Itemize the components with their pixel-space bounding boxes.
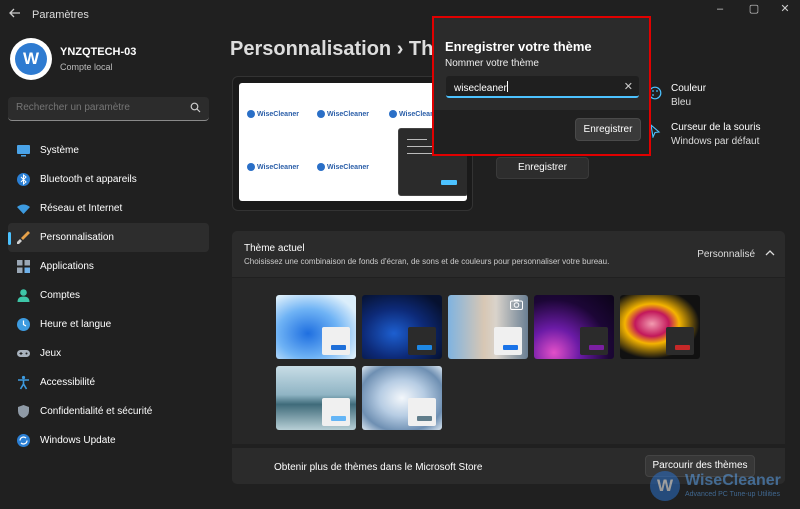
theme-flower[interactable] [620, 295, 700, 359]
person-icon [17, 289, 30, 302]
monitor-icon [17, 145, 30, 157]
account-type: Compte local [60, 62, 113, 72]
sidebar-item-jeux[interactable]: Jeux [8, 339, 209, 368]
minimize-button[interactable]: – [710, 2, 730, 16]
clear-icon[interactable]: ✕ [624, 80, 633, 93]
theme-sunrise-lake[interactable] [276, 366, 356, 430]
user-name: YNZQTECH-03 [60, 46, 137, 58]
maximize-button[interactable]: ▢ [744, 2, 764, 16]
theme-gallery [232, 278, 785, 444]
watermark-name: WiseCleaner [685, 472, 781, 489]
bluetooth-icon [17, 173, 30, 186]
close-button[interactable]: ✕ [775, 2, 795, 16]
store-text: Obtenir plus de thèmes dans le Microsoft… [274, 462, 483, 473]
sidebar-item-label: Accessibilité [40, 377, 96, 388]
save-button[interactable]: Enregistrer [496, 157, 589, 179]
title-bar: Paramètres – ▢ ✕ [0, 0, 800, 30]
wisecleaner-logo: WiseCleaner [317, 110, 369, 118]
search-icon[interactable] [190, 102, 201, 113]
sidebar-nav: Système Bluetooth et appareils Réseau et… [8, 136, 209, 455]
clock-globe-icon [17, 318, 30, 331]
gamepad-icon [17, 350, 30, 357]
current-theme-description: Choisissez une combinaison de fonds d'éc… [244, 257, 610, 266]
sidebar-item-label: Comptes [40, 290, 81, 301]
dialog-body: Enregistrer votre thème Nommer votre thè… [434, 18, 649, 154]
dialog-title: Enregistrer votre thème [445, 39, 592, 54]
apps-icon [17, 260, 30, 273]
theme-name-label: Nommer votre thème [445, 58, 539, 69]
theme-flow[interactable] [362, 366, 442, 430]
sidebar-item-heure[interactable]: Heure et langue [8, 310, 209, 339]
theme-captured-motion[interactable] [448, 295, 528, 359]
theme-name-input[interactable]: wisecleaner ✕ [446, 76, 639, 98]
sidebar-item-bluetooth[interactable]: Bluetooth et appareils [8, 165, 209, 194]
theme-windows-dark-bloom[interactable] [362, 295, 442, 359]
color-setting[interactable]: Couleur Bleu [671, 83, 706, 108]
back-arrow-icon[interactable] [8, 6, 24, 22]
dialog-save-button[interactable]: Enregistrer [575, 118, 641, 141]
wisecleaner-logo: WiseCleaner [247, 163, 299, 171]
watermark-tagline: Advanced PC Tune-up Utilities [685, 491, 780, 498]
cursor-value: Windows par défaut [671, 136, 760, 147]
sidebar-item-reseau[interactable]: Réseau et Internet [8, 194, 209, 223]
avatar[interactable]: W [10, 38, 52, 80]
sidebar-item-label: Réseau et Internet [40, 203, 123, 214]
color-value: Bleu [671, 97, 692, 108]
sidebar-item-windows-update[interactable]: Windows Update [8, 426, 209, 455]
brush-icon [17, 231, 30, 244]
theme-glow[interactable] [534, 295, 614, 359]
shield-icon [18, 405, 29, 418]
theme-name-value: wisecleaner [454, 83, 507, 94]
current-theme-title: Thème actuel [244, 243, 305, 254]
search-input[interactable] [16, 102, 186, 113]
sidebar-item-label: Jeux [40, 348, 62, 359]
save-theme-dialog: Enregistrer votre thème Nommer votre thè… [432, 16, 651, 156]
app-title: Paramètres [32, 9, 89, 21]
cursor-label: Curseur de la souris [671, 122, 761, 133]
sidebar-item-label: Applications [40, 261, 94, 272]
update-icon [17, 434, 30, 447]
sidebar-item-label: Personnalisation [40, 232, 114, 243]
sidebar-item-comptes[interactable]: Comptes [8, 281, 209, 310]
sidebar-item-personnalisation[interactable]: Personnalisation [8, 223, 209, 252]
sidebar-item-label: Bluetooth et appareils [40, 174, 137, 185]
cursor-setting[interactable]: Curseur de la souris Windows par défaut [671, 122, 760, 147]
sidebar-item-confidentialite[interactable]: Confidentialité et sécurité [8, 397, 209, 426]
chevron-up-icon[interactable] [765, 248, 775, 258]
sidebar-item-label: Heure et langue [40, 319, 112, 330]
wisecleaner-logo: WiseCleaner [247, 110, 299, 118]
sidebar-item-label: Confidentialité et sécurité [40, 406, 153, 417]
color-label: Couleur [671, 83, 707, 94]
theme-windows-light-bloom[interactable] [276, 295, 356, 359]
wisecleaner-logo-icon: W [650, 471, 680, 501]
wisecleaner-watermark: W WiseCleaner Advanced PC Tune-up Utilit… [650, 469, 800, 505]
sidebar-item-systeme[interactable]: Système [8, 136, 209, 165]
sidebar-item-label: Windows Update [40, 435, 116, 446]
search-box[interactable] [8, 97, 209, 121]
current-theme-value: Personnalisé [697, 249, 755, 260]
camera-icon [510, 299, 523, 310]
wisecleaner-logo: WiseCleaner [317, 163, 369, 171]
wifi-icon [17, 204, 30, 214]
current-theme-header[interactable]: Thème actuel Choisissez une combinaison … [232, 231, 785, 277]
accessibility-icon [18, 375, 29, 390]
sidebar-item-accessibilite[interactable]: Accessibilité [8, 368, 209, 397]
sidebar-item-label: Système [40, 145, 79, 156]
page-title: Personnalisation › Th [230, 38, 434, 60]
sidebar-item-applications[interactable]: Applications [8, 252, 209, 281]
